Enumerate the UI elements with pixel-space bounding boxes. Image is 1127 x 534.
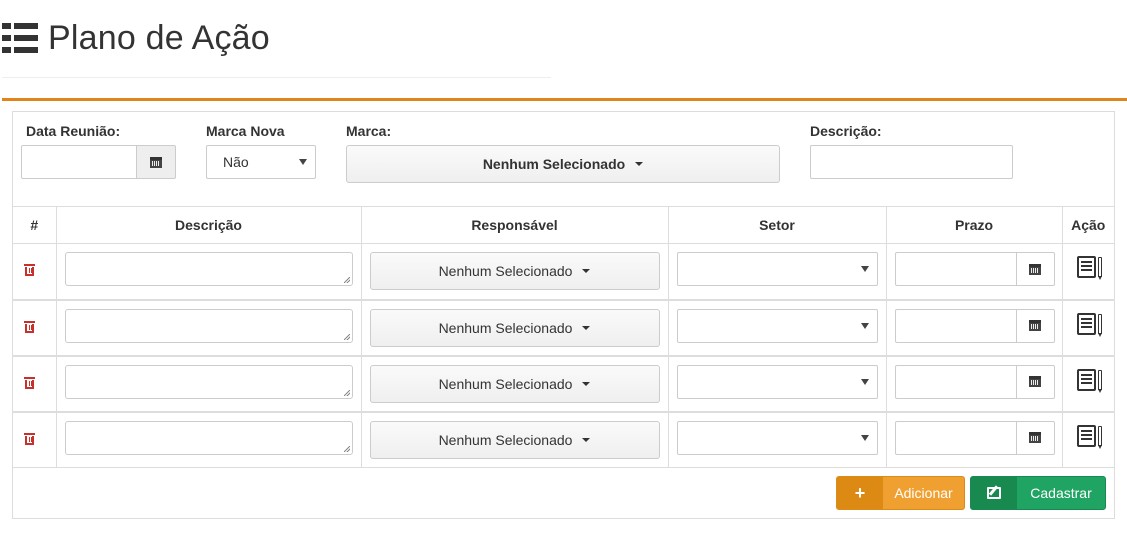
edit-document-icon[interactable] [1076, 368, 1103, 393]
calendar-icon [1029, 432, 1041, 443]
marca-label: Marca: [346, 123, 392, 139]
col-header-setor: Setor [667, 206, 887, 244]
chevron-down-icon [860, 434, 869, 441]
col-header-responsavel: Responsável [360, 206, 669, 244]
row-prazo-calendar-button[interactable] [1015, 308, 1055, 343]
list-icon [2, 23, 38, 53]
row-responsavel-value: Nenhum Selecionado [438, 375, 573, 392]
row-responsavel-multiselect[interactable]: Nenhum Selecionado [369, 420, 660, 459]
action-items-table: # Descrição Responsável Setor Prazo Ação… [13, 206, 1114, 468]
descricao-label: Descrição: [810, 123, 882, 139]
edit-document-icon[interactable] [1076, 312, 1103, 337]
marca-value: Nenhum Selecionado [482, 156, 626, 172]
chevron-down-icon [860, 322, 869, 329]
calendar-icon [1029, 263, 1041, 275]
marca-nova-value: Não [223, 154, 249, 170]
caret-down-icon [635, 162, 644, 166]
page: Plano de Ação Data Reunião: Marca Nova N… [0, 0, 1127, 534]
row-responsavel-multiselect[interactable]: Nenhum Selecionado [369, 364, 660, 403]
row-setor-select[interactable] [676, 420, 878, 455]
row-prazo-input[interactable] [894, 364, 1017, 399]
trash-icon[interactable] [24, 264, 35, 276]
edit-document-icon[interactable] [1076, 424, 1103, 449]
marca-multiselect[interactable]: Nenhum Selecionado [346, 145, 780, 183]
row-prazo-calendar-button[interactable] [1015, 364, 1055, 399]
action-plan-panel: Data Reunião: Marca Nova Não Marca: Nenh… [12, 111, 1115, 519]
descricao-input[interactable] [810, 145, 1013, 179]
row-prazo-input[interactable] [894, 308, 1017, 343]
page-header: Plano de Ação [2, 18, 270, 58]
table-row: Nenhum Selecionado [13, 243, 1114, 301]
row-descricao-textarea[interactable] [64, 308, 353, 343]
row-responsavel-value: Nenhum Selecionado [438, 263, 573, 279]
col-header-prazo: Prazo [885, 206, 1063, 244]
row-responsavel-value: Nenhum Selecionado [438, 319, 573, 336]
data-reuniao-label: Data Reunião: [26, 123, 121, 139]
row-prazo-input[interactable] [894, 252, 1017, 286]
col-header-index: # [13, 206, 57, 244]
marca-nova-label: Marca Nova [206, 123, 285, 139]
row-prazo-calendar-button[interactable] [1015, 420, 1055, 455]
edit-icon [987, 487, 1001, 499]
caret-down-icon [582, 437, 591, 442]
trash-icon[interactable] [24, 320, 35, 333]
chevron-down-icon [860, 266, 869, 272]
row-setor-select[interactable] [676, 308, 878, 343]
edit-document-icon[interactable] [1076, 255, 1103, 280]
caret-down-icon [582, 381, 591, 386]
table-row: Nenhum Selecionado [13, 355, 1114, 413]
row-prazo-calendar-button[interactable] [1015, 252, 1055, 286]
trash-icon[interactable] [24, 432, 35, 445]
cadastrar-button-label: Cadastrar [1030, 485, 1092, 501]
col-header-descricao: Descrição [55, 206, 362, 244]
row-responsavel-multiselect[interactable]: Nenhum Selecionado [369, 252, 660, 290]
table-header-row: # Descrição Responsável Setor Prazo Ação [13, 206, 1114, 244]
title-divider [2, 77, 551, 78]
caret-down-icon [582, 325, 591, 330]
calendar-icon [1029, 376, 1041, 387]
row-responsavel-value: Nenhum Selecionado [438, 431, 573, 448]
chevron-down-icon [299, 159, 307, 165]
data-reuniao-input[interactable] [21, 145, 137, 179]
page-title: Plano de Ação [48, 18, 270, 57]
row-descricao-textarea[interactable] [64, 420, 353, 455]
cadastrar-button[interactable]: Cadastrar [970, 476, 1106, 510]
row-responsavel-multiselect[interactable]: Nenhum Selecionado [369, 308, 660, 347]
adicionar-button[interactable]: + Adicionar [836, 476, 965, 510]
row-descricao-textarea[interactable] [64, 252, 353, 286]
row-setor-select[interactable] [676, 364, 878, 399]
calendar-icon [150, 156, 162, 168]
calendar-icon [1029, 320, 1041, 331]
trash-icon[interactable] [24, 376, 35, 389]
marca-nova-select[interactable]: Não [206, 145, 316, 179]
plus-icon: + [837, 477, 883, 509]
table-row: Nenhum Selecionado [13, 299, 1114, 357]
caret-down-icon [582, 269, 591, 273]
adicionar-button-label: Adicionar [894, 485, 953, 501]
accent-divider [2, 98, 1127, 101]
row-setor-select[interactable] [676, 252, 878, 286]
data-reuniao-calendar-button[interactable] [136, 145, 176, 179]
row-descricao-textarea[interactable] [64, 364, 353, 399]
row-prazo-input[interactable] [894, 420, 1017, 455]
table-row: Nenhum Selecionado [13, 411, 1114, 468]
chevron-down-icon [860, 378, 869, 385]
col-header-acao: Ação [1061, 206, 1114, 244]
